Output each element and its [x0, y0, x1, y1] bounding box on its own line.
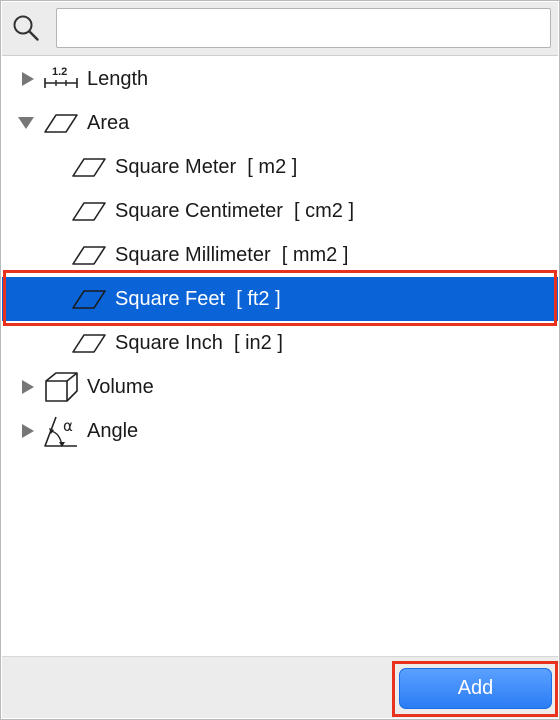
- unit-name: Square Centimeter: [115, 199, 283, 222]
- tree-item-label: Length: [87, 67, 149, 90]
- tree-item-label: Volume: [87, 375, 154, 398]
- unit-abbreviation: [ in2 ]: [233, 331, 283, 354]
- tree-item-volume[interactable]: Volume: [2, 365, 558, 409]
- area-parallelogram-icon: [72, 246, 106, 265]
- add-button[interactable]: Add: [399, 668, 552, 709]
- search-bar: [2, 2, 558, 56]
- unit-label: Square Millimeter [ mm2 ]: [115, 244, 348, 267]
- unit-picker-panel: 1.2 Length Area Square Meter [ m2 ] Squa…: [0, 0, 560, 720]
- search-input[interactable]: [56, 8, 551, 48]
- search-icon: [13, 15, 39, 41]
- unit-name: Square Millimeter: [115, 243, 271, 266]
- length-ruler-icon: 1.2: [44, 66, 78, 88]
- unit-abbreviation: [ ft2 ]: [236, 287, 281, 310]
- area-parallelogram-icon: [44, 114, 78, 133]
- unit-tree: 1.2 Length Area Square Meter [ m2 ] Squa…: [2, 57, 558, 655]
- tree-item-length[interactable]: 1.2 Length: [2, 57, 558, 101]
- unit-name: Square Inch: [115, 331, 223, 354]
- disclosure-triangle-collapsed-icon[interactable]: [22, 380, 34, 394]
- unit-name: Square Meter: [115, 155, 237, 178]
- length-icon-text: 1.2: [52, 66, 67, 78]
- unit-abbreviation: [ m2 ]: [247, 155, 298, 178]
- volume-box-icon: [45, 372, 78, 402]
- unit-abbreviation: [ cm2 ]: [294, 199, 355, 222]
- tree-item-area[interactable]: Area: [2, 101, 558, 145]
- unit-abbreviation: [ mm2 ]: [281, 243, 349, 266]
- tree-item-square-feet[interactable]: Square Feet [ ft2 ]: [2, 277, 558, 321]
- area-parallelogram-icon: [72, 202, 106, 221]
- area-parallelogram-icon: [72, 158, 106, 177]
- angle-icon: α: [44, 416, 77, 447]
- angle-icon-text: α: [63, 417, 73, 435]
- tree-item-label: Angle: [87, 419, 139, 442]
- disclosure-triangle-collapsed-icon[interactable]: [22, 424, 34, 438]
- tree-item-square-inch[interactable]: Square Inch [ in2 ]: [2, 321, 558, 365]
- tree-item-angle[interactable]: α Angle: [2, 409, 558, 453]
- disclosure-triangle-collapsed-icon[interactable]: [22, 72, 34, 86]
- tree-item-label: Area: [87, 111, 130, 134]
- disclosure-triangle-expanded-icon[interactable]: [18, 117, 34, 129]
- unit-name: Square Feet: [115, 287, 226, 310]
- unit-label: Square Inch [ in2 ]: [115, 332, 283, 355]
- unit-label: Square Feet [ ft2 ]: [115, 288, 281, 311]
- unit-label: Square Centimeter [ cm2 ]: [115, 200, 354, 223]
- area-parallelogram-icon: [72, 290, 106, 309]
- tree-item-square-meter[interactable]: Square Meter [ m2 ]: [2, 145, 558, 189]
- tree-item-square-millimeter[interactable]: Square Millimeter [ mm2 ]: [2, 233, 558, 277]
- area-parallelogram-icon: [72, 334, 106, 353]
- tree-item-square-centimeter[interactable]: Square Centimeter [ cm2 ]: [2, 189, 558, 233]
- unit-label: Square Meter [ m2 ]: [115, 156, 297, 179]
